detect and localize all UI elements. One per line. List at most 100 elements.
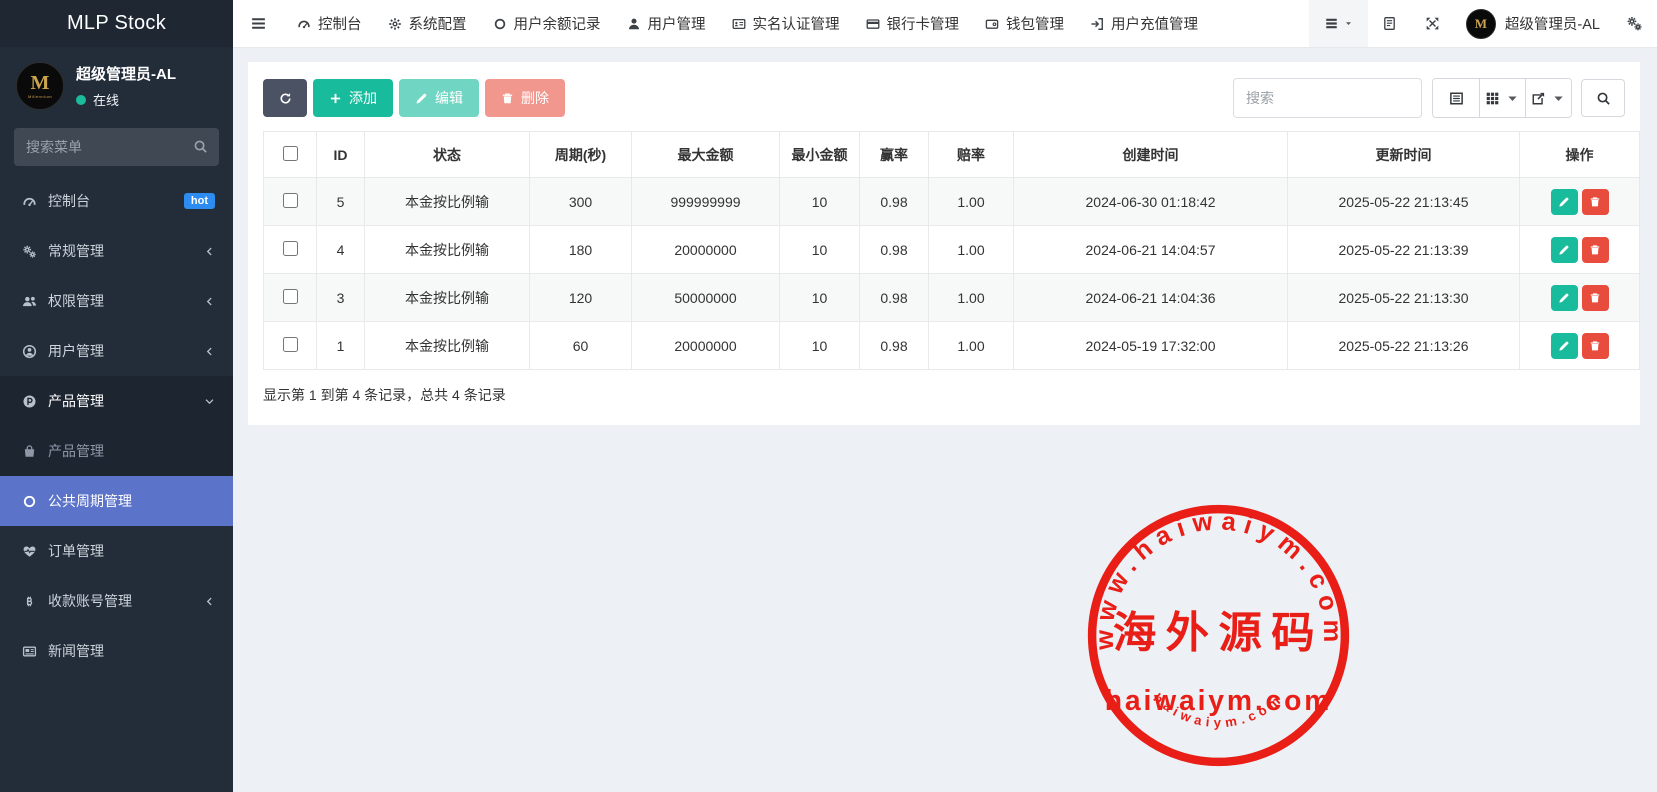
table-toolbar: 添加 编辑 删除 — [263, 78, 1625, 118]
topnav-right: M 超级管理员-AL — [1309, 0, 1657, 47]
topnav-item[interactable]: 实名认证管理 — [719, 0, 853, 47]
sidebar: MLP Stock M Millennium 超级管理员-AL 在线 控制台ho… — [0, 0, 233, 792]
sidebar-item[interactable]: 控制台hot — [0, 176, 233, 226]
refresh-icon — [279, 92, 292, 105]
user-menu[interactable]: M 超级管理员-AL — [1454, 0, 1612, 47]
table-view-buttons — [1432, 78, 1572, 118]
pencil-icon — [1558, 196, 1570, 208]
table-cell: 1.00 — [929, 274, 1014, 322]
row-checkbox[interactable] — [283, 289, 298, 304]
column-header[interactable]: 赔率 — [929, 132, 1014, 178]
table-cell: 0.98 — [860, 274, 929, 322]
table-cell: 0.98 — [860, 178, 929, 226]
row-checkbox[interactable] — [283, 241, 298, 256]
topnav-item[interactable]: 用户余额记录 — [480, 0, 614, 47]
table-cell: 60 — [530, 322, 632, 370]
topnav-item[interactable]: 用户管理 — [614, 0, 719, 47]
watermark-stamp: www.haiwaiym.com 海外源码 haiwaiym.com haiwa… — [1077, 494, 1360, 777]
sidebar-item[interactable]: 公共周期管理 — [0, 476, 233, 526]
topnav-item[interactable]: 系统配置 — [375, 0, 480, 47]
sidebar-item[interactable]: 产品管理 — [0, 376, 233, 426]
detail-view-button[interactable] — [1433, 79, 1479, 117]
row-actions-cell — [1520, 226, 1640, 274]
row-delete-button[interactable] — [1582, 237, 1609, 263]
sidebar-toggle-button[interactable] — [233, 0, 284, 47]
avatar-letter: M — [31, 73, 50, 93]
search-button[interactable] — [1581, 79, 1625, 117]
table-cell: 本金按比例输 — [365, 178, 530, 226]
export-icon — [1531, 91, 1546, 106]
sidebar-item[interactable]: 用户管理 — [0, 326, 233, 376]
sidebar-search-input[interactable] — [14, 128, 219, 166]
column-header[interactable]: ID — [317, 132, 365, 178]
table-cell: 1.00 — [929, 322, 1014, 370]
row-edit-button[interactable] — [1551, 333, 1578, 359]
column-header[interactable]: 最小金额 — [780, 132, 860, 178]
menu-dropdown-button[interactable] — [1309, 0, 1368, 47]
add-button[interactable]: 添加 — [313, 79, 393, 117]
trash-icon — [501, 92, 514, 105]
circle-icon — [493, 17, 507, 31]
select-all-checkbox[interactable] — [283, 146, 298, 161]
product-p-icon — [22, 394, 37, 409]
column-header[interactable]: 操作 — [1520, 132, 1640, 178]
row-delete-button[interactable] — [1582, 189, 1609, 215]
topnav-items: 控制台系统配置 用户余额记录用户管理实名认证管理 银行卡管理 钱包管理用户充值管理 — [284, 0, 1211, 47]
table-row: 3本金按比例输12050000000100.981.002024-06-21 1… — [264, 274, 1640, 322]
column-header[interactable]: 更新时间 — [1288, 132, 1520, 178]
topnav-item-label: 用户余额记录 — [514, 13, 601, 34]
row-checkbox[interactable] — [283, 337, 298, 352]
refresh-button[interactable] — [263, 79, 307, 117]
sidebar-item-label: 产品管理 — [48, 441, 215, 461]
dashboard-icon — [22, 194, 37, 209]
sidebar-item[interactable]: 订单管理 — [0, 526, 233, 576]
topnav-item[interactable]: 银行卡管理 — [853, 0, 973, 47]
column-header[interactable]: 赢率 — [860, 132, 929, 178]
column-header[interactable]: 周期(秒) — [530, 132, 632, 178]
table-cell: 300 — [530, 178, 632, 226]
topnav-item[interactable]: 控制台 — [284, 0, 375, 47]
table-cell: 3 — [317, 274, 365, 322]
column-header[interactable]: 状态 — [365, 132, 530, 178]
sidebar-item[interactable]: 收款账号管理 — [0, 576, 233, 626]
table-cell: 本金按比例输 — [365, 322, 530, 370]
topnav-user-name: 超级管理员-AL — [1505, 13, 1600, 34]
row-edit-button[interactable] — [1551, 189, 1578, 215]
sidebar-item[interactable]: 常规管理 — [0, 226, 233, 276]
row-checkbox[interactable] — [283, 193, 298, 208]
column-header[interactable]: 最大金额 — [632, 132, 780, 178]
stamp-arc-bottom-text: haiwaiym.com — [1150, 690, 1286, 730]
topnav-item-label: 钱包管理 — [1006, 13, 1064, 34]
column-header[interactable]: 创建时间 — [1014, 132, 1288, 178]
topnav-item-label: 银行卡管理 — [887, 13, 960, 34]
table-cell: 50000000 — [632, 274, 780, 322]
language-button[interactable] — [1368, 0, 1411, 47]
edit-button[interactable]: 编辑 — [399, 79, 479, 117]
row-edit-button[interactable] — [1551, 285, 1578, 311]
sidebar-group: 产品管理产品管理公共周期管理 — [0, 376, 233, 526]
table-cell: 0.98 — [860, 226, 929, 274]
topnav-item[interactable]: 钱包管理 — [972, 0, 1077, 47]
table-search-input[interactable] — [1233, 78, 1422, 118]
export-button[interactable] — [1525, 79, 1571, 117]
sidebar-item[interactable]: 权限管理 — [0, 276, 233, 326]
sidebar-item-label: 收款账号管理 — [48, 591, 193, 611]
bars-icon — [250, 15, 267, 32]
sidebar-item[interactable]: 产品管理 — [0, 426, 233, 476]
topnav-item[interactable]: 用户充值管理 — [1077, 0, 1211, 47]
fullscreen-button[interactable] — [1411, 0, 1454, 47]
table-cell: 10 — [780, 178, 860, 226]
settings-button[interactable] — [1612, 0, 1657, 47]
table-cell: 999999999 — [632, 178, 780, 226]
delete-button[interactable]: 删除 — [485, 79, 565, 117]
sidebar-item[interactable]: 新闻管理 — [0, 626, 233, 676]
row-delete-button[interactable] — [1582, 285, 1609, 311]
row-edit-button[interactable] — [1551, 237, 1578, 263]
avatar-subtext: Millennium — [28, 95, 52, 99]
row-delete-button[interactable] — [1582, 333, 1609, 359]
plus-icon — [329, 92, 342, 105]
columns-button[interactable] — [1479, 79, 1525, 117]
table-cell: 180 — [530, 226, 632, 274]
table-cell: 1.00 — [929, 226, 1014, 274]
table-cell: 10 — [780, 322, 860, 370]
